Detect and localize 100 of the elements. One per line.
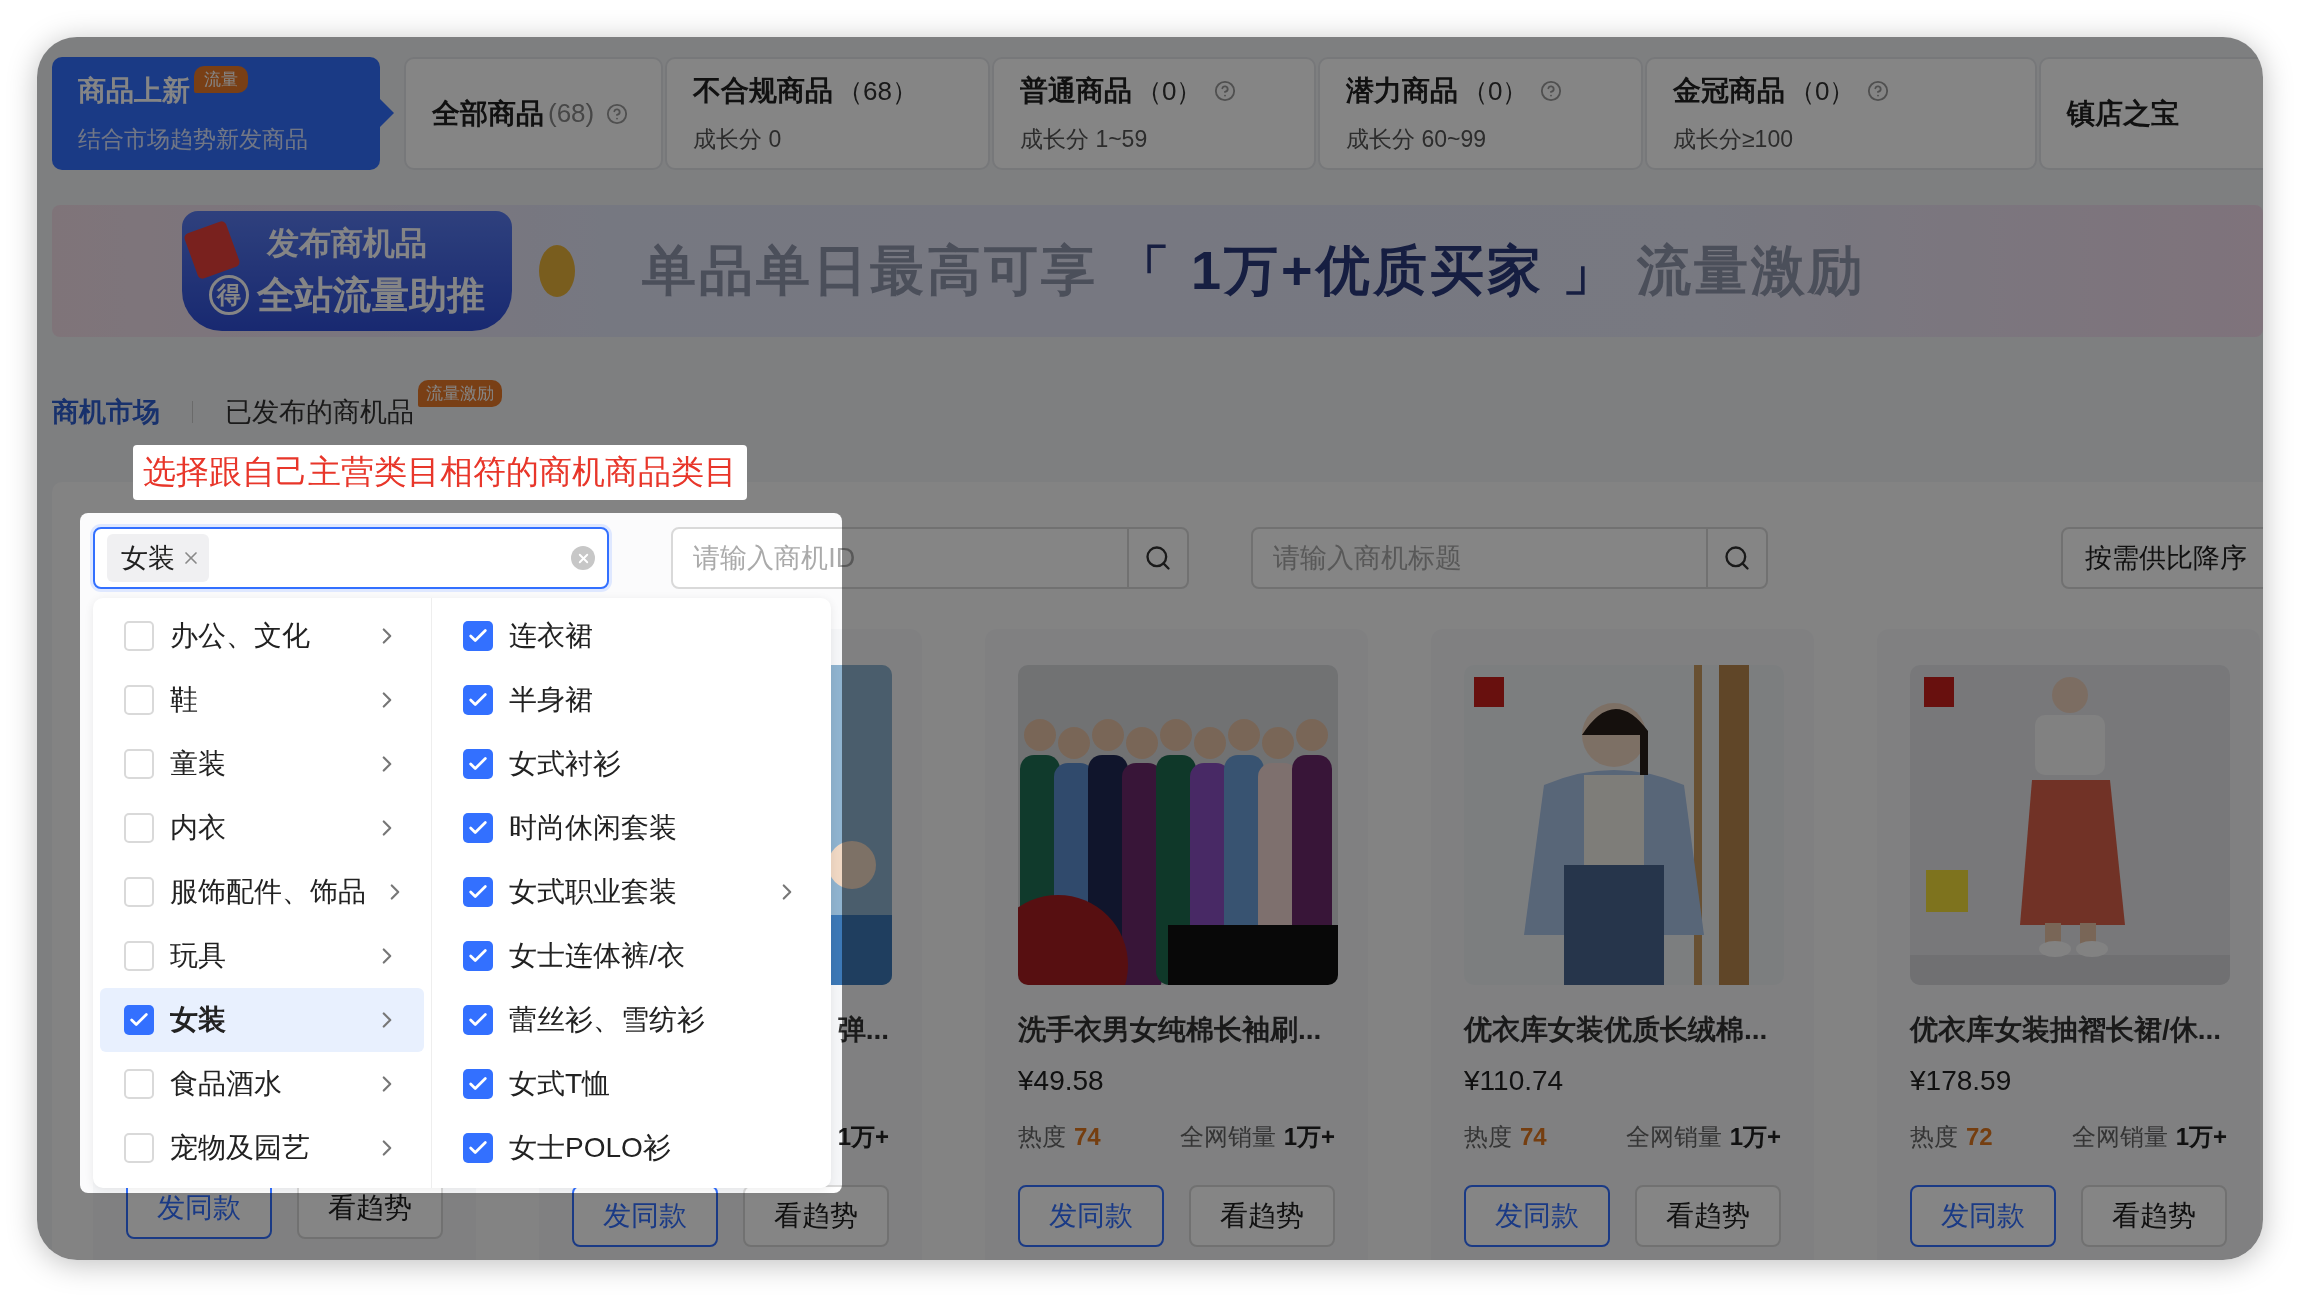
stat-label: 热度 xyxy=(1464,1122,1512,1152)
menu-label: 食品酒水 xyxy=(170,1067,282,1101)
category-tab[interactable]: 潜力商品（0） 成长分 60~99 xyxy=(1318,57,1643,170)
menu-item[interactable]: 半身裙 xyxy=(439,668,824,732)
trend-button[interactable]: 看趋势 xyxy=(1635,1185,1781,1247)
menu-label: 宠物及园艺 xyxy=(170,1131,310,1165)
checkbox[interactable] xyxy=(124,685,154,715)
trend-button[interactable]: 看趋势 xyxy=(2081,1185,2227,1247)
menu-item[interactable]: 连衣裙 xyxy=(439,604,824,668)
menu-label: 连衣裙 xyxy=(509,619,593,653)
tab-subtitle: 成长分 60~99 xyxy=(1346,125,1487,154)
search-icon xyxy=(1143,544,1172,572)
checkbox[interactable] xyxy=(124,1069,154,1099)
checkbox[interactable] xyxy=(463,877,493,907)
tab-subtitle: 结合市场趋势新发商品 xyxy=(78,125,309,154)
checkbox[interactable] xyxy=(463,749,493,779)
category-tab[interactable]: 普通商品（0） 成长分 1~59 xyxy=(992,57,1316,170)
tab-subtitle: 成长分≥100 xyxy=(1673,125,1794,154)
tab-badge: 流量 xyxy=(194,66,248,93)
category-tab[interactable]: 全部商品(68) xyxy=(404,57,663,170)
help-icon[interactable] xyxy=(1867,80,1890,102)
checkbox[interactable] xyxy=(124,1005,154,1035)
tab-title: 普通商品 xyxy=(1020,74,1132,108)
tab-title: 不合规商品 xyxy=(693,74,833,108)
menu-item[interactable]: 食品酒水 xyxy=(100,1052,424,1116)
stat-label: 全网销量 xyxy=(1179,1122,1276,1152)
menu-item[interactable]: 玩具 xyxy=(100,924,424,988)
stat-label: 全网销量 xyxy=(1625,1122,1722,1152)
checkbox[interactable] xyxy=(463,1005,493,1035)
trend-button[interactable]: 看趋势 xyxy=(743,1185,889,1247)
checkbox[interactable] xyxy=(463,813,493,843)
menu-label: 时尚休闲套装 xyxy=(509,811,677,845)
menu-label: 童装 xyxy=(170,747,226,781)
menu-item[interactable]: 女式职业套装 xyxy=(439,860,824,924)
section-tab[interactable]: 已发布的商机品 xyxy=(225,394,414,430)
stat-value: 74 xyxy=(1074,1123,1101,1151)
product-title: 优衣库女装优质长绒棉... xyxy=(1464,1013,1768,1047)
stat-value: 72 xyxy=(1966,1123,1993,1151)
checkbox[interactable] xyxy=(124,813,154,843)
sort-button[interactable]: 按需供比降序 xyxy=(2061,527,2263,589)
stat-label: 全网销量 xyxy=(2071,1122,2168,1152)
product-title: 洗手衣男女纯棉长袖刷... xyxy=(1018,1013,1322,1047)
category-tab[interactable]: 镇店之宝 xyxy=(2039,57,2263,170)
checkbox[interactable] xyxy=(463,685,493,715)
menu-item[interactable]: 女式T恤 xyxy=(439,1052,824,1116)
menu-item[interactable]: 时尚休闲套装 xyxy=(439,796,824,860)
category-tab[interactable]: 金冠商品（0） 成长分≥100 xyxy=(1645,57,2037,170)
search-icon xyxy=(1723,544,1751,572)
product-title: 优衣库女装抽褶长裙/休... xyxy=(1910,1013,2222,1047)
badge-mark: 得 xyxy=(209,275,249,315)
menu-item[interactable]: 宠物及园艺 xyxy=(100,1116,424,1180)
category-select[interactable]: 女装 xyxy=(93,527,610,589)
copy-button[interactable]: 发同款 xyxy=(1018,1185,1164,1247)
menu-label: 女式衬衫 xyxy=(509,747,621,781)
menu-item[interactable]: 内衣 xyxy=(100,796,424,860)
tab-count: （0） xyxy=(1136,74,1203,108)
tab-badge: 流量激励 xyxy=(418,380,502,407)
checkbox[interactable] xyxy=(463,941,493,971)
checkbox[interactable] xyxy=(124,941,154,971)
copy-button[interactable]: 发同款 xyxy=(1910,1185,2056,1247)
menu-item[interactable]: 蕾丝衫、雪纺衫 xyxy=(439,988,824,1052)
stat-value: 1万+ xyxy=(1283,1122,1335,1152)
menu-label: 鞋 xyxy=(170,683,198,717)
tab-title: 潜力商品 xyxy=(1346,74,1458,108)
clear-button[interactable] xyxy=(571,546,596,570)
menu-item[interactable]: 童装 xyxy=(100,732,424,796)
checkbox[interactable] xyxy=(463,1069,493,1099)
copy-button[interactable]: 发同款 xyxy=(572,1185,718,1247)
menu-item[interactable]: 办公、文化 xyxy=(100,604,424,668)
tab-count: （0） xyxy=(1789,74,1856,108)
product-price: ¥178.59 xyxy=(1910,1065,2013,1098)
badge-title: 发布商机品 xyxy=(267,223,427,263)
checkbox[interactable] xyxy=(124,877,154,907)
menu-label: 女士POLO衫 xyxy=(509,1131,671,1165)
stat-label: 热度 xyxy=(1018,1122,1066,1152)
menu-label: 蕾丝衫、雪纺衫 xyxy=(509,1003,705,1037)
copy-button[interactable]: 发同款 xyxy=(1464,1185,1610,1247)
checkbox[interactable] xyxy=(124,621,154,651)
menu-label: 女装 xyxy=(170,1003,226,1037)
stat-value: 1万+ xyxy=(1729,1122,1781,1152)
checkbox[interactable] xyxy=(463,1133,493,1163)
checkbox[interactable] xyxy=(124,1133,154,1163)
menu-item[interactable]: 女士POLO衫 xyxy=(439,1116,824,1180)
menu-item[interactable]: 服饰配件、饰品 xyxy=(100,860,424,924)
menu-item[interactable]: 女装 xyxy=(100,988,424,1052)
help-icon[interactable] xyxy=(606,102,629,125)
tab-count: (68) xyxy=(548,98,595,129)
trend-button[interactable]: 看趋势 xyxy=(1189,1185,1335,1247)
section-tab[interactable]: 商机市场 xyxy=(52,394,160,430)
help-icon[interactable] xyxy=(1214,80,1237,102)
stat-value: 1万+ xyxy=(2175,1122,2227,1152)
callout-text: 选择跟自己主营类目相符的商机商品类目 xyxy=(133,445,747,500)
menu-item[interactable]: 女士连体裤/衣 xyxy=(439,924,824,988)
menu-item[interactable]: 鞋 xyxy=(100,668,424,732)
category-tab[interactable]: 不合规商品（68） 成长分 0 xyxy=(665,57,990,170)
tab-title: 商品上新 xyxy=(78,74,190,108)
menu-item[interactable]: 女式衬衫 xyxy=(439,732,824,796)
checkbox[interactable] xyxy=(463,621,493,651)
help-icon[interactable] xyxy=(1540,80,1563,102)
checkbox[interactable] xyxy=(124,749,154,779)
